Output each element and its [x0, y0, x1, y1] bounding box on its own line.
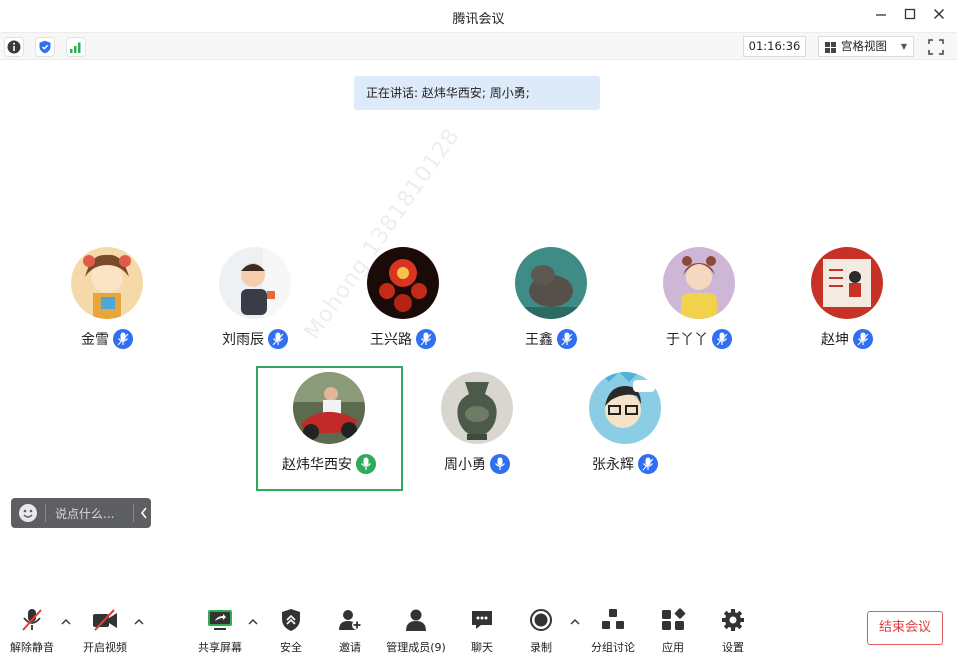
- grid-view-icon: [825, 42, 836, 53]
- quick-chat-bar[interactable]: 说点什么...: [11, 498, 151, 528]
- participant-tile[interactable]: 刘雨辰: [180, 247, 330, 367]
- members-icon: [403, 608, 429, 632]
- fullscreen-icon[interactable]: [926, 37, 946, 57]
- speaking-indicator: 正在讲话: 赵炜华西安; 周小勇;: [354, 76, 600, 110]
- participant-name: 赵坤: [821, 332, 849, 348]
- avatar: [441, 372, 513, 444]
- participant-name: 金雪: [81, 332, 109, 348]
- settings-label: 设置: [722, 641, 744, 653]
- start-video-label: 开启视频: [83, 641, 127, 653]
- close-icon[interactable]: [929, 6, 949, 26]
- share-screen-icon: [207, 608, 233, 632]
- participant-name: 于丫丫: [666, 332, 708, 348]
- mic-icon: [113, 329, 133, 349]
- participant-tile[interactable]: 周小勇: [402, 372, 552, 492]
- avatar: [811, 247, 883, 319]
- participant-name: 赵炜华西安: [282, 457, 352, 473]
- avatar: [219, 247, 291, 319]
- avatar: [367, 247, 439, 319]
- mic-icon: [638, 454, 658, 474]
- status-bar: 01:16:36 宫格视图 ▼: [0, 32, 957, 60]
- chat-input-placeholder[interactable]: 说点什么...: [55, 505, 114, 522]
- participant-tile[interactable]: 王兴路: [328, 247, 478, 367]
- record-icon: [528, 608, 554, 632]
- signal-icon[interactable]: [66, 37, 86, 57]
- camera-off-icon: [92, 608, 118, 632]
- mic-icon: [853, 329, 873, 349]
- participant-tile[interactable]: 赵坤: [772, 247, 922, 367]
- mic-icon: [268, 329, 288, 349]
- minimize-icon[interactable]: [871, 6, 891, 26]
- participant-name: 王兴路: [370, 332, 412, 348]
- gear-icon: [720, 608, 746, 632]
- share-screen-button[interactable]: 共享屏幕: [185, 606, 255, 653]
- collapse-chevron-icon[interactable]: [139, 504, 149, 525]
- unmute-button[interactable]: 解除静音: [0, 606, 67, 653]
- mic-speaking-icon: [356, 454, 376, 474]
- avatar: [589, 372, 661, 444]
- emoji-icon[interactable]: [19, 504, 37, 522]
- bottom-toolbar: 解除静音 开启视频 共享屏幕 安全 邀请 管理成员(9) 聊天 录制 分组讨论 …: [0, 600, 957, 653]
- breakout-icon: [600, 608, 626, 632]
- settings-button[interactable]: 设置: [698, 606, 768, 653]
- end-meeting-button[interactable]: 结束会议: [867, 611, 943, 645]
- apps-icon: [660, 608, 686, 632]
- participant-tile[interactable]: 王鑫: [476, 247, 626, 367]
- maximize-icon[interactable]: [900, 6, 920, 26]
- avatar: [663, 247, 735, 319]
- participant-name: 王鑫: [525, 332, 553, 348]
- chevron-up-icon[interactable]: [134, 618, 144, 629]
- meeting-window: 腾讯会议 01:16:36 宫格视图 ▼ 正在讲话: 赵炜华西安; 周小勇; M…: [0, 0, 957, 653]
- info-icon[interactable]: [4, 37, 24, 57]
- shield-icon[interactable]: [35, 37, 55, 57]
- participant-tile[interactable]: 赵炜华西安: [254, 372, 404, 492]
- title-bar: 腾讯会议: [0, 0, 957, 32]
- participant-tile[interactable]: 张永辉: [550, 372, 700, 492]
- avatar: [293, 372, 365, 444]
- participant-name: 刘雨辰: [222, 332, 264, 348]
- mic-muted-icon: [19, 608, 45, 632]
- start-video-button[interactable]: 开启视频: [70, 606, 140, 653]
- view-mode-label: 宫格视图: [841, 39, 887, 53]
- participant-name: 张永辉: [592, 457, 634, 473]
- avatar: [71, 247, 143, 319]
- mic-icon: [712, 329, 732, 349]
- participant-tile[interactable]: 于丫丫: [624, 247, 774, 367]
- view-mode-dropdown[interactable]: 宫格视图 ▼: [818, 36, 914, 57]
- mic-icon: [416, 329, 436, 349]
- divider: [45, 504, 46, 522]
- divider: [133, 504, 134, 522]
- meeting-timer: 01:16:36: [743, 36, 806, 57]
- chat-bubble-icon: [469, 608, 495, 632]
- participant-tile[interactable]: 金雪: [32, 247, 182, 367]
- mic-icon: [557, 329, 577, 349]
- shield-icon: [278, 608, 304, 632]
- mic-speaking-icon: [490, 454, 510, 474]
- caret-down-icon: ▼: [900, 42, 907, 51]
- record-button[interactable]: 录制: [506, 606, 576, 653]
- window-title: 腾讯会议: [452, 12, 505, 27]
- add-user-icon: [337, 608, 363, 632]
- participant-name: 周小勇: [444, 457, 486, 473]
- avatar: [515, 247, 587, 319]
